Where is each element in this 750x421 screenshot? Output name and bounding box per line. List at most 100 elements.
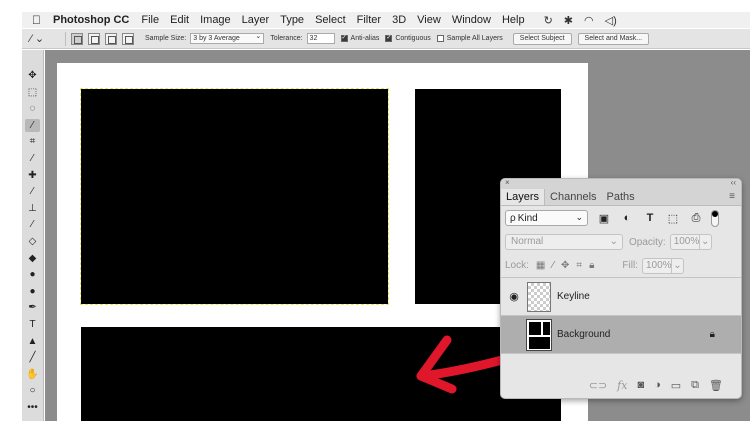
smart-object-filter-icon[interactable]: ⎙ (689, 212, 703, 225)
tolerance-input[interactable]: 32 (306, 33, 335, 44)
close-icon[interactable]: × (505, 179, 510, 187)
select-subject-button[interactable]: Select Subject (512, 32, 572, 45)
intersect-selection-mode-button[interactable] (122, 32, 134, 45)
select-and-mask-button[interactable]: Select and Mask... (577, 32, 650, 45)
tab-paths[interactable]: Paths (602, 189, 640, 205)
pen-tool-icon[interactable]: ✒ (25, 301, 40, 314)
unchecked-box (436, 35, 444, 42)
filter-toggle[interactable] (711, 209, 719, 227)
bluetooth-icon[interactable]: ✱ (564, 14, 573, 27)
layer-name: Background (557, 329, 611, 340)
menu-view[interactable]: View (417, 14, 441, 26)
menu-type[interactable]: Type (280, 14, 304, 26)
lock-position-icon[interactable]: ✥ (561, 260, 569, 271)
panel-footer: ⊂⊃ fx ◙ ◑ ▭ ⧉ 🗑︎ (501, 372, 741, 398)
menu-window[interactable]: Window (452, 14, 491, 26)
new-group-icon[interactable]: ▭ (671, 379, 681, 392)
link-layers-icon[interactable]: ⊂⊃ (589, 379, 607, 392)
opacity-dropdown-icon[interactable]: ⌄ (699, 234, 712, 250)
blend-mode-select[interactable]: Normal ⌄ (505, 234, 623, 250)
menu-layer[interactable]: Layer (242, 14, 270, 26)
menu-3d[interactable]: 3D (392, 14, 406, 26)
collapse-icon[interactable]: ‹‹ (731, 179, 736, 187)
menu-file[interactable]: File (141, 14, 159, 26)
tool-preset-picker[interactable]: ⁄ ⌄ (30, 32, 60, 45)
options-bar: ⁄ ⌄ Sample Size: 3 by 3 Average Toleranc… (22, 29, 750, 49)
stamp-tool-icon[interactable]: ⊥ (25, 202, 40, 215)
fill-dropdown-icon[interactable]: ⌄ (671, 257, 684, 274)
healing-tool-icon[interactable]: ✚ (25, 169, 40, 182)
check-icon: ✓ (385, 35, 393, 42)
zoom-tool-icon[interactable]: ○ (25, 384, 40, 397)
lock-icon[interactable]: 🔒︎ (710, 329, 715, 340)
image-filter-icon[interactable]: ▣ (597, 212, 611, 225)
menu-help[interactable]: Help (502, 14, 525, 26)
move-tool-icon[interactable]: ✥ (25, 69, 40, 82)
layer-name: Keyline (557, 291, 590, 302)
layer-row-keyline[interactable]: ◉ Keyline (501, 278, 741, 316)
anti-alias-checkbox[interactable]: ✓ Anti-alias (340, 35, 379, 42)
lasso-tool-icon[interactable]: ◌ (25, 102, 40, 115)
dodge-tool-icon[interactable]: ● (25, 285, 40, 298)
add-selection-mode-button[interactable] (88, 32, 100, 45)
type-filter-icon[interactable]: T (643, 212, 657, 224)
more-tools-icon[interactable]: ••• (25, 401, 40, 414)
layer-row-background[interactable]: Background 🔒︎ (501, 316, 741, 354)
opacity-input[interactable]: 100% (669, 234, 700, 250)
brush-tool-icon[interactable]: ⁄ (25, 185, 40, 198)
sample-size-label: Sample Size: (145, 35, 187, 42)
tools-panel: ✥ ⬚ ◌ ⁄ ⌗ ⁄ ✚ ⁄ ⊥ ⁄ ◇ ◆ ● ● ✒ T ▲ ╱ ✋ ○ ••• (22, 50, 44, 421)
eraser-tool-icon[interactable]: ◇ (25, 235, 40, 248)
sample-size-select[interactable]: 3 by 3 Average (190, 32, 265, 44)
paint-bucket-tool-icon[interactable]: ◆ (25, 252, 40, 265)
panel-menu-icon[interactable]: ≡ (729, 191, 735, 202)
fx-icon[interactable]: fx (617, 379, 627, 392)
smudge-tool-icon[interactable]: ● (25, 268, 40, 281)
eye-icon[interactable]: ◉ (501, 290, 527, 303)
layer-filter-row: ρ Kind ⌄ ▣ ◐ T ⬚ ⎙ (501, 206, 741, 230)
time-machine-icon[interactable]: ↻ (544, 14, 553, 27)
marquee-tool-icon[interactable]: ⬚ (25, 86, 40, 99)
magic-wand-tool-icon[interactable]: ⁄ (25, 118, 40, 132)
photo-placeholder-selected[interactable] (80, 88, 389, 305)
app-menu[interactable]: Photoshop CC (53, 14, 129, 26)
adjustment-filter-icon[interactable]: ◐ (620, 212, 634, 224)
lock-all-icon[interactable]: 🔒︎ (589, 260, 594, 271)
lock-artboard-icon[interactable]: ⌗ (576, 260, 582, 271)
menu-filter[interactable]: Filter (357, 14, 381, 26)
history-brush-tool-icon[interactable]: ⁄ (25, 218, 40, 231)
filter-kind-value: Kind (517, 212, 538, 224)
fill-input[interactable]: 100% (641, 257, 672, 274)
search-icon: ρ (510, 212, 516, 224)
tab-layers[interactable]: Layers (501, 189, 546, 205)
menubar-tray: ↻ ✱ ◠ ◁) (544, 14, 617, 27)
lock-pixels-icon[interactable]: ⁄ (552, 260, 554, 271)
filter-kind-select[interactable]: ρ Kind ⌄ (505, 210, 588, 226)
type-tool-icon[interactable]: T (25, 318, 40, 331)
apple-icon[interactable]:  (32, 13, 41, 27)
menu-edit[interactable]: Edit (170, 14, 189, 26)
subtract-selection-mode-button[interactable] (105, 32, 117, 45)
chevron-down-icon: ⌄ (575, 212, 583, 222)
volume-icon[interactable]: ◁) (605, 14, 617, 27)
adjustment-layer-icon[interactable]: ◑ (654, 379, 661, 391)
wifi-icon[interactable]: ◠ (584, 14, 594, 27)
trash-icon[interactable]: 🗑︎ (709, 379, 723, 392)
contiguous-checkbox[interactable]: ✓ Contiguous (385, 35, 431, 42)
add-mask-icon[interactable]: ◙ (637, 379, 644, 391)
crop-tool-icon[interactable]: ⌗ (25, 135, 40, 148)
path-select-tool-icon[interactable]: ▲ (25, 335, 40, 348)
new-selection-mode-button[interactable] (71, 32, 83, 45)
eyedropper-tool-icon[interactable]: ⁄ (25, 152, 40, 165)
line-tool-icon[interactable]: ╱ (25, 351, 40, 364)
new-layer-icon[interactable]: ⧉ (691, 379, 699, 392)
blend-row: Normal ⌄ Opacity: 100% ⌄ (501, 230, 741, 254)
sample-all-layers-checkbox[interactable]: Sample All Layers (436, 35, 503, 42)
hand-tool-icon[interactable]: ✋ (25, 368, 40, 381)
lock-transparent-icon[interactable]: ▦ (536, 260, 545, 271)
menu-image[interactable]: Image (200, 14, 231, 26)
photo-placeholder-bottom[interactable] (81, 327, 561, 421)
shape-filter-icon[interactable]: ⬚ (666, 212, 680, 225)
tab-channels[interactable]: Channels (545, 189, 601, 205)
menu-select[interactable]: Select (315, 14, 346, 26)
